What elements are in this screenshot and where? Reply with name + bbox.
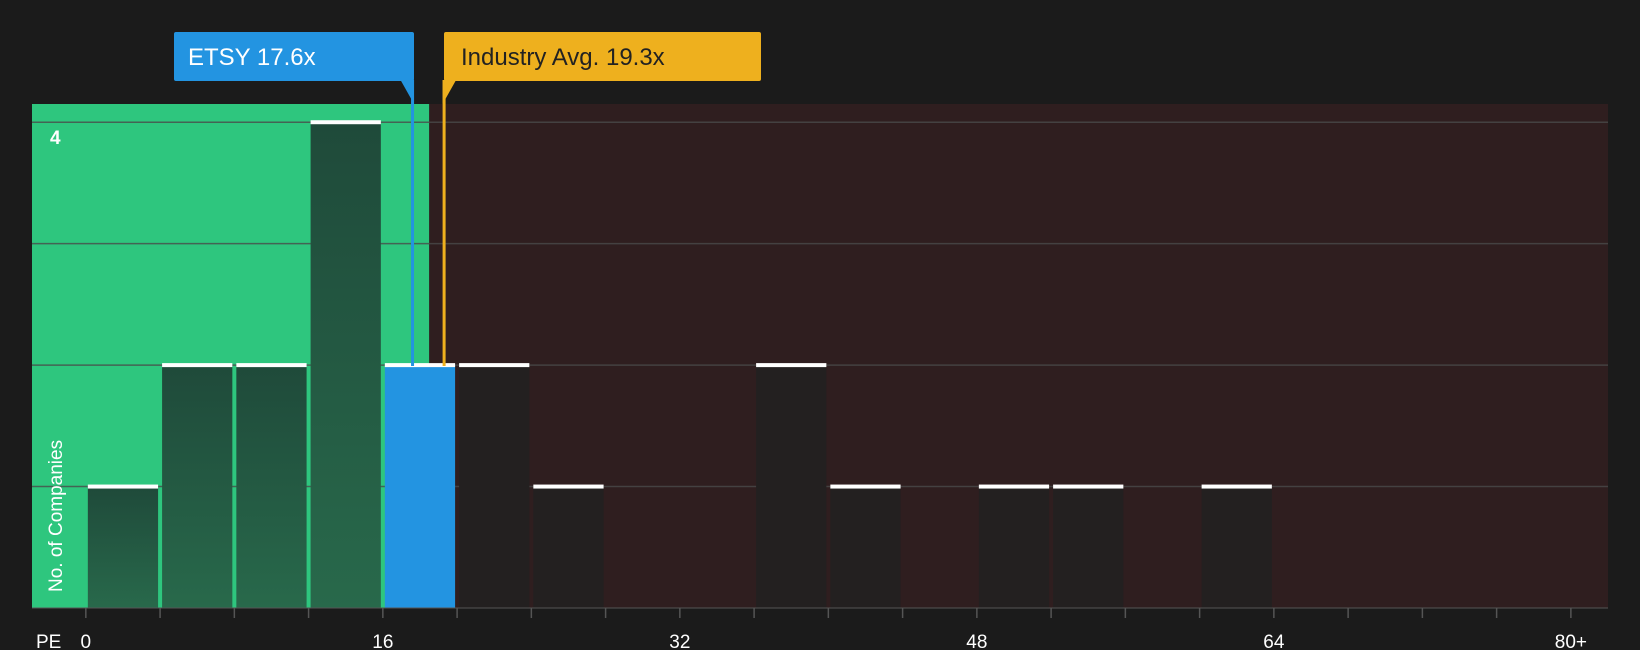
x-axis-tick-label: 48 <box>966 632 987 650</box>
histogram-bar <box>459 365 530 608</box>
histogram-bar-cap <box>830 484 901 489</box>
histogram-bar <box>1053 486 1124 608</box>
histogram-bar <box>87 486 159 608</box>
histogram-bar-highlighted <box>384 365 456 608</box>
histogram-bar-cap <box>1053 484 1124 489</box>
histogram-bar-cap <box>533 484 604 489</box>
pe-distribution-chart: 0 16 32 48 64 80+ 4 No. of Companies PE ETSY … <box>0 0 1640 650</box>
y-axis-label: No. of Companies <box>46 440 67 592</box>
x-axis-tick-label: 80+ <box>1555 632 1587 650</box>
histogram-bar <box>756 365 827 608</box>
histogram-bar-cap <box>87 484 159 489</box>
histogram-bar <box>533 486 604 608</box>
histogram-bar-cap <box>756 363 827 368</box>
x-axis-tick-label: 64 <box>1263 632 1285 650</box>
x-axis-tick-label: 0 <box>81 632 92 650</box>
histogram-bar <box>162 365 233 608</box>
histogram-bar <box>236 365 307 608</box>
y-axis-top-tick-label: 4 <box>50 128 61 149</box>
histogram-bar <box>310 122 381 609</box>
histogram-bar <box>830 486 901 608</box>
industry-avg-callout-label: Industry Avg. 19.3x <box>461 44 665 71</box>
etsy-callout-label: ETSY 17.6x <box>188 44 316 71</box>
histogram-bar-cap <box>310 120 381 125</box>
histogram-bar-cap <box>978 484 1050 489</box>
x-axis-tick-label: 32 <box>669 632 690 650</box>
x-axis-label: PE <box>36 632 61 650</box>
histogram-bar-cap <box>236 363 307 368</box>
x-axis-tick-label: 16 <box>372 632 393 650</box>
histogram-bar-cap <box>459 363 530 368</box>
histogram-bar-cap <box>162 363 233 368</box>
histogram-bar <box>1201 486 1272 608</box>
histogram-bar-cap <box>1201 484 1272 489</box>
histogram-bar <box>978 486 1050 608</box>
